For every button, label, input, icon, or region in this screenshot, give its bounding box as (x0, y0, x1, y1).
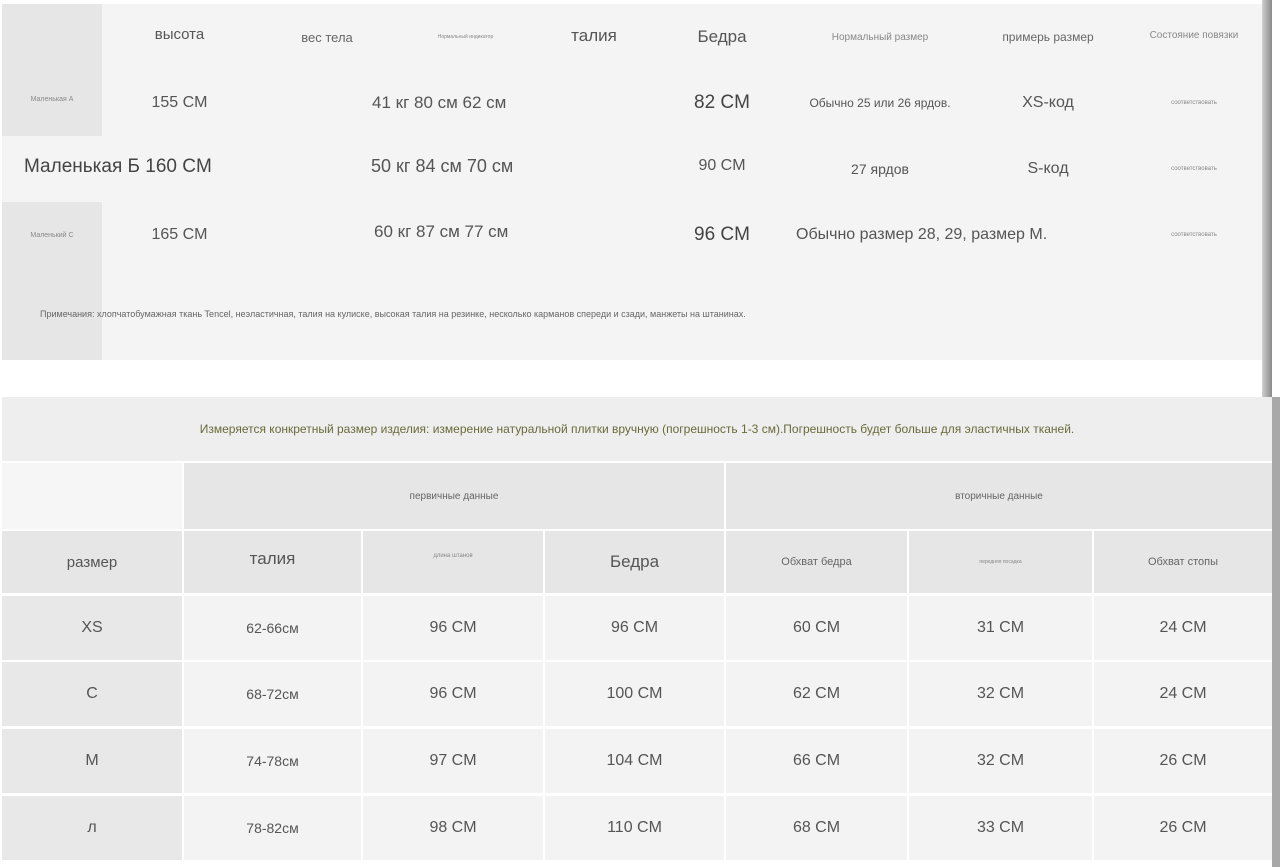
col-hips: Бедра (545, 531, 724, 593)
row-0-length: 96 CM (363, 596, 543, 660)
header-height: высота (102, 4, 257, 70)
row-b-state: соответствовать (1126, 136, 1262, 202)
row-0-crotch: 31 CM (909, 596, 1092, 660)
header-fitting-size: примерь размер (970, 4, 1126, 70)
row-a-hips: 82 CM (654, 70, 790, 136)
col-thigh: Обхват бедра (726, 531, 907, 593)
row-1-thigh: 62 CM (726, 662, 907, 726)
col-foot: Обхват стопы (1094, 531, 1272, 593)
row-3-foot: 26 CM (1094, 796, 1272, 860)
row-3-length: 98 CM (363, 796, 543, 860)
row-b-name: Маленькая Б 160 CM (2, 136, 257, 202)
row-b-fit: S-код (970, 136, 1126, 202)
header-bandage-state: Состояние повязки (1126, 4, 1262, 70)
col-crotch: передняя посадка (909, 531, 1092, 593)
row-2-thigh: 66 CM (726, 729, 907, 793)
row-c-height: 165 CM (102, 202, 257, 268)
header-hips: Бедра (654, 4, 790, 70)
row-c-hips: 96 CM (654, 202, 790, 268)
row-3-thigh: 68 CM (726, 796, 907, 860)
row-b-hips: 90 CM (654, 136, 790, 202)
row-2-crotch: 32 CM (909, 729, 1092, 793)
corner-cell (2, 4, 102, 70)
row-3-size: л (2, 796, 182, 860)
group-primary: первичные данные (184, 463, 724, 529)
row-1-crotch: 32 CM (909, 662, 1092, 726)
row-a-weight-waist: 41 кг 80 см 62 см (257, 70, 657, 136)
row-1-foot: 24 CM (1094, 662, 1272, 726)
header-normal-size: Нормальный размер (790, 4, 970, 70)
row-2-waist: 74-78см (184, 729, 361, 793)
row-0-foot: 24 CM (1094, 596, 1272, 660)
row-2-size: М (2, 729, 182, 793)
table2-corner (2, 463, 182, 529)
row-a-fit: XS-код (970, 70, 1126, 136)
row-1-waist: 68-72см (184, 662, 361, 726)
row-b-normal: 27 ярдов (790, 136, 970, 202)
col-length: длина штанов (363, 531, 543, 593)
row-2-hips: 104 CM (545, 729, 724, 793)
row-2-foot: 26 CM (1094, 729, 1272, 793)
header-waist: талия (534, 4, 654, 70)
notes-text: Примечания: хлопчатобумажная ткань Tence… (40, 309, 746, 319)
row-1-length: 96 CM (363, 662, 543, 726)
header-indicator: Нормальный индикатор (397, 4, 534, 70)
header-weight: вес тела (257, 4, 397, 70)
row-a-state: соответствовать (1126, 70, 1262, 136)
row-1-hips: 100 CM (545, 662, 724, 726)
row-a-name: Маленькая А (2, 70, 102, 136)
row-a-height: 155 CM (102, 70, 257, 136)
row-3-hips: 110 CM (545, 796, 724, 860)
col-waist: талия (184, 531, 361, 593)
measurement-banner: Измеряется конкретный размер изделия: из… (2, 397, 1272, 461)
row-c-weight-waist: 60 кг 87 см 77 см (257, 202, 657, 268)
row-0-waist: 62-66см (184, 596, 361, 660)
right-edge-shadow (1262, 0, 1272, 397)
row-0-hips: 96 CM (545, 596, 724, 660)
row-3-waist: 78-82см (184, 796, 361, 860)
row-3-crotch: 33 CM (909, 796, 1092, 860)
row-c-state: соответствовать (1126, 202, 1262, 268)
col-size: размер (2, 531, 182, 593)
right-edge-shadow-lower (1272, 397, 1280, 867)
row-c-name: Маленький С (2, 202, 102, 268)
group-secondary: вторичные данные (726, 463, 1272, 529)
row-0-size: XS (2, 596, 182, 660)
row-a-normal: Обычно 25 или 26 ярдов. (790, 70, 970, 136)
row-1-size: С (2, 662, 182, 726)
row-2-length: 97 CM (363, 729, 543, 793)
row-b-weight-waist: 50 кг 84 см 70 см (257, 136, 657, 202)
row-0-thigh: 60 CM (726, 596, 907, 660)
row-c-normal: Обычно размер 28, 29, размер М. (790, 202, 1126, 268)
